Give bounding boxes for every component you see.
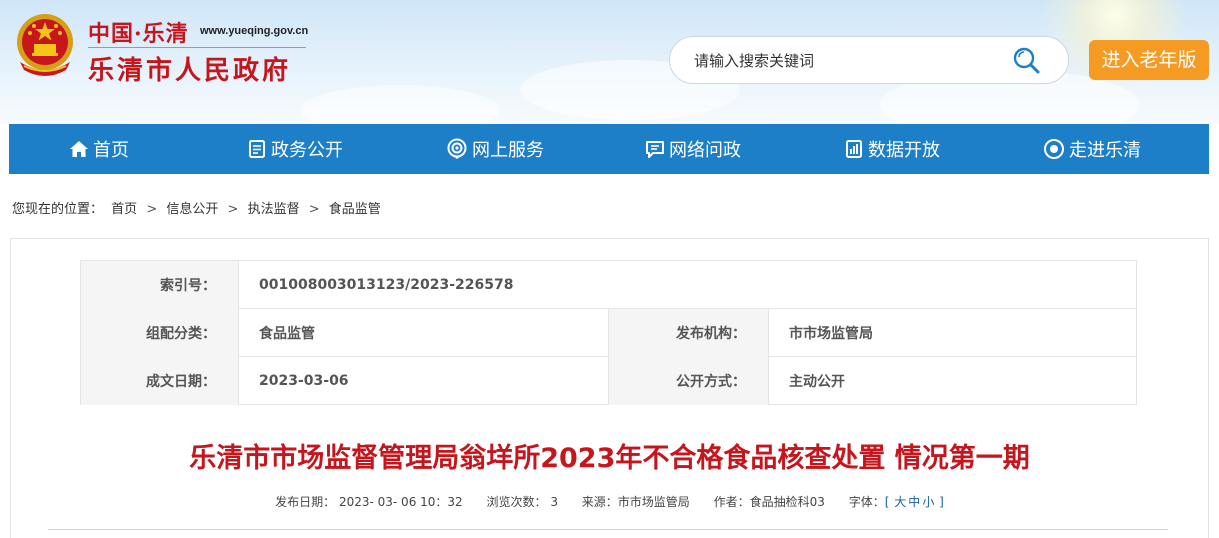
nav-item-online-inquiry[interactable]: 网络问政: [645, 124, 741, 174]
meta-row: 成文日期： 2023-03-06 公开方式： 主动公开: [81, 357, 1136, 405]
article-source: 来源：市市场监管局: [581, 495, 690, 509]
breadcrumb-item-enforcement[interactable]: 执法监督: [248, 202, 300, 217]
search-box: [669, 36, 1069, 84]
breadcrumb-item-food[interactable]: 食品监管: [329, 202, 381, 217]
national-emblem-icon: [17, 14, 73, 76]
service-icon: [447, 138, 467, 159]
main-nav: 首页 政务公开 网上服务 网络问政 数据开放 走进乐清: [9, 124, 1209, 174]
nav-item-home[interactable]: 首页: [69, 124, 129, 174]
site-url: www.yueqing.gov.cn: [200, 25, 309, 37]
breadcrumb-item-home[interactable]: 首页: [111, 202, 137, 217]
nav-item-label: 政务公开: [271, 140, 343, 161]
breadcrumb-prefix: 您现在的位置：: [12, 202, 104, 217]
header-divider: [88, 47, 306, 48]
site-header: 中国·乐清 www.yueqing.gov.cn 乐清市人民政府 进入老年版: [0, 0, 1219, 124]
meta-value-mode: 主动公开: [789, 374, 845, 390]
font-size-switcher: 字体：[ 大中小 ]: [849, 493, 944, 510]
content-divider: [48, 529, 1168, 530]
meta-label-index: 索引号：: [81, 261, 239, 309]
font-size-label: 字体：: [848, 495, 885, 509]
breadcrumb-separator: >: [146, 202, 158, 217]
breadcrumb-item-info[interactable]: 信息公开: [166, 202, 218, 217]
meta-label-publisher: 发布机构：: [609, 309, 769, 357]
meta-row: 组配分类： 食品监管 发布机构： 市市场监管局: [81, 309, 1136, 357]
font-size-large-button[interactable]: 大: [894, 495, 906, 509]
view-count: 浏览次数： 3: [486, 495, 558, 509]
nav-item-label: 走进乐清: [1069, 140, 1141, 161]
document-icon: [249, 140, 265, 158]
meta-value-index: 001008003013123/2023-226578: [259, 277, 514, 293]
breadcrumb: 您现在的位置： 首页 > 信息公开 > 执法监督 > 食品监管: [12, 198, 381, 217]
meta-label-category: 组配分类：: [81, 309, 239, 357]
data-icon: [846, 140, 862, 158]
font-size-bracket-open: [: [884, 495, 890, 509]
article-author: 作者：食品抽检科03: [713, 495, 825, 509]
document-meta-table: 索引号： 001008003013123/2023-226578 组配分类： 食…: [80, 260, 1137, 405]
nav-item-online-service[interactable]: 网上服务: [446, 124, 544, 174]
eye-icon: [1044, 139, 1064, 159]
nav-item-label: 网上服务: [472, 140, 544, 161]
nav-item-gov-affairs[interactable]: 政务公开: [247, 124, 343, 174]
font-size-medium-button[interactable]: 中: [908, 495, 920, 509]
meta-row: 索引号： 001008003013123/2023-226578: [81, 261, 1136, 309]
breadcrumb-separator: >: [227, 202, 239, 217]
chat-icon: [646, 141, 664, 158]
nav-item-label: 首页: [93, 140, 129, 161]
nav-item-label: 网络问政: [669, 140, 741, 161]
meta-label-mode: 公开方式：: [609, 357, 769, 405]
elderly-version-button[interactable]: 进入老年版: [1089, 40, 1209, 80]
article-title: 乐清市市场监督管理局翁垟所2023年不合格食品核查处置 情况第一期: [189, 443, 1030, 474]
meta-value-date: 2023-03-06: [239, 357, 609, 405]
meta-value-publisher: 市市场监管局: [789, 326, 873, 342]
site-name-cn: 中国·乐清: [88, 21, 189, 47]
home-icon: [70, 141, 88, 157]
header-cloud-decoration: [300, 85, 500, 124]
breadcrumb-separator: >: [308, 202, 320, 217]
meta-label-date: 成文日期：: [81, 357, 239, 405]
search-input[interactable]: [694, 50, 994, 72]
nav-item-explore-yueqing[interactable]: 走进乐清: [1043, 124, 1141, 174]
article-info-bar: 发布日期： 2023- 03- 06 10：32 浏览次数： 3 来源：市市场监…: [0, 493, 1219, 510]
search-icon: [1013, 47, 1040, 74]
font-size-small-button[interactable]: 小: [922, 495, 934, 509]
nav-item-label: 数据开放: [868, 140, 940, 161]
search-button[interactable]: [1010, 45, 1044, 77]
site-title[interactable]: 乐清市人民政府: [88, 50, 291, 87]
publish-date: 发布日期： 2023- 03- 06 10：32: [275, 495, 463, 509]
meta-value-category: 食品监管: [239, 309, 609, 357]
font-size-bracket-close: ]: [939, 495, 944, 509]
nav-item-open-data[interactable]: 数据开放: [844, 124, 940, 174]
